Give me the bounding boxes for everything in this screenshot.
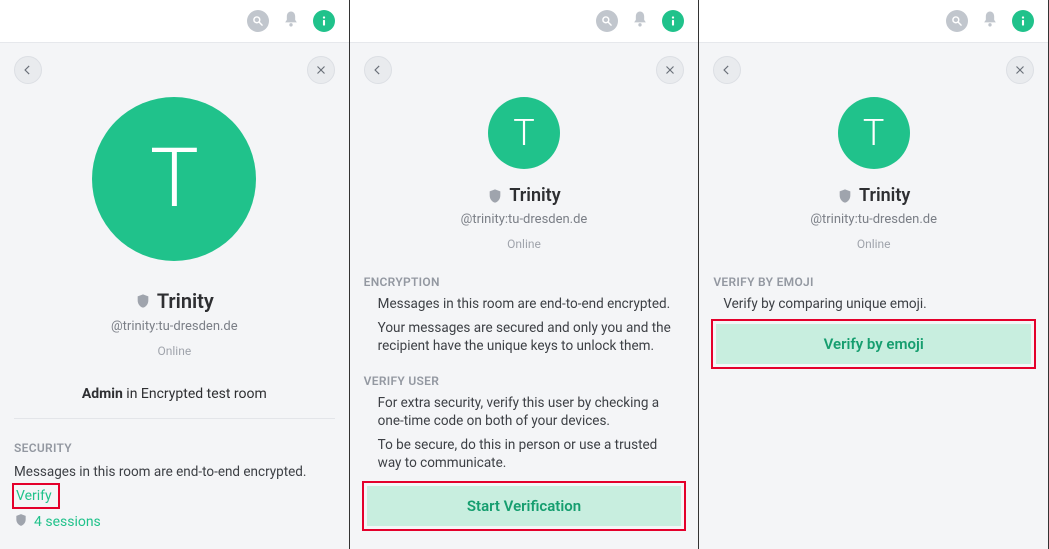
topbar — [350, 0, 699, 42]
encryption-section-label: ENCRYPTION — [364, 275, 685, 289]
search-icon[interactable] — [946, 10, 968, 32]
panel-body: T Trinity @trinity:tu-dresden.de Online … — [350, 42, 699, 549]
close-button[interactable] — [656, 56, 684, 84]
presence-status: Online — [507, 237, 541, 251]
role-name: Admin — [82, 386, 123, 402]
avatar: T — [92, 97, 256, 261]
e2e-text: Messages in this room are end-to-end enc… — [14, 463, 335, 481]
verify-user-section-label: VERIFY USER — [364, 374, 685, 388]
presence-status: Online — [157, 344, 191, 358]
panel-profile-overview: T Trinity @trinity:tu-dresden.de Online … — [0, 0, 350, 549]
role-line: Admin in Encrypted test room — [14, 386, 335, 419]
verify-emoji-section-label: VERIFY BY EMOJI — [713, 275, 1034, 289]
verify-highlight: Verify — [14, 485, 58, 507]
start-verification-button[interactable]: Start Verification — [367, 486, 682, 526]
display-name-row: Trinity — [837, 185, 910, 206]
security-section-label: SECURITY — [14, 441, 335, 455]
info-icon[interactable] — [662, 10, 684, 32]
avatar: T — [488, 97, 560, 169]
shield-icon — [14, 513, 28, 531]
encryption-text-2: Your messages are secured and only you a… — [364, 319, 685, 355]
display-name: Trinity — [157, 289, 214, 313]
search-icon[interactable] — [247, 10, 269, 32]
close-button[interactable] — [1006, 56, 1034, 84]
topbar — [0, 0, 349, 42]
start-verification-highlight: Start Verification — [364, 483, 685, 529]
back-button[interactable] — [14, 56, 42, 84]
shield-icon — [837, 188, 853, 204]
role-context: in Encrypted test room — [123, 386, 267, 402]
sessions-link[interactable]: 4 sessions — [34, 514, 101, 530]
avatar: T — [838, 97, 910, 169]
verify-user-text-2: To be secure, do this in person or use a… — [364, 436, 685, 472]
verify-link[interactable]: Verify — [16, 487, 52, 505]
back-button[interactable] — [364, 56, 392, 84]
verify-by-emoji-button[interactable]: Verify by emoji — [716, 324, 1031, 364]
shield-icon — [487, 188, 503, 204]
panel-body: T Trinity @trinity:tu-dresden.de Online … — [699, 42, 1048, 549]
back-button[interactable] — [713, 56, 741, 84]
display-name-row: Trinity — [487, 185, 560, 206]
display-name-row: Trinity — [135, 289, 214, 313]
search-icon[interactable] — [596, 10, 618, 32]
profile-block: T Trinity @trinity:tu-dresden.de Online — [14, 93, 335, 358]
user-handle: @trinity:tu-dresden.de — [111, 319, 238, 334]
display-name: Trinity — [859, 185, 910, 206]
verify-emoji-text: Verify by comparing unique emoji. — [713, 295, 1034, 313]
bell-icon[interactable] — [980, 9, 1000, 33]
bell-icon[interactable] — [630, 9, 650, 33]
verify-emoji-highlight: Verify by emoji — [713, 321, 1034, 367]
verify-user-text-1: For extra security, verify this user by … — [364, 394, 685, 430]
topbar — [699, 0, 1048, 42]
panel-verify-by-emoji: T Trinity @trinity:tu-dresden.de Online … — [699, 0, 1049, 549]
panel-body: T Trinity @trinity:tu-dresden.de Online … — [0, 42, 349, 549]
sessions-row: 4 sessions — [14, 513, 335, 531]
profile-block: T Trinity @trinity:tu-dresden.de Online — [713, 93, 1034, 251]
info-icon[interactable] — [1012, 10, 1034, 32]
encryption-text-1: Messages in this room are end-to-end enc… — [364, 295, 685, 313]
user-handle: @trinity:tu-dresden.de — [810, 212, 937, 227]
shield-icon — [135, 293, 151, 309]
profile-block: T Trinity @trinity:tu-dresden.de Online — [364, 93, 685, 251]
display-name: Trinity — [509, 185, 560, 206]
panel-verify-user: T Trinity @trinity:tu-dresden.de Online … — [350, 0, 700, 549]
bell-icon[interactable] — [281, 9, 301, 33]
presence-status: Online — [857, 237, 891, 251]
user-handle: @trinity:tu-dresden.de — [461, 212, 588, 227]
close-button[interactable] — [307, 56, 335, 84]
info-icon[interactable] — [313, 10, 335, 32]
